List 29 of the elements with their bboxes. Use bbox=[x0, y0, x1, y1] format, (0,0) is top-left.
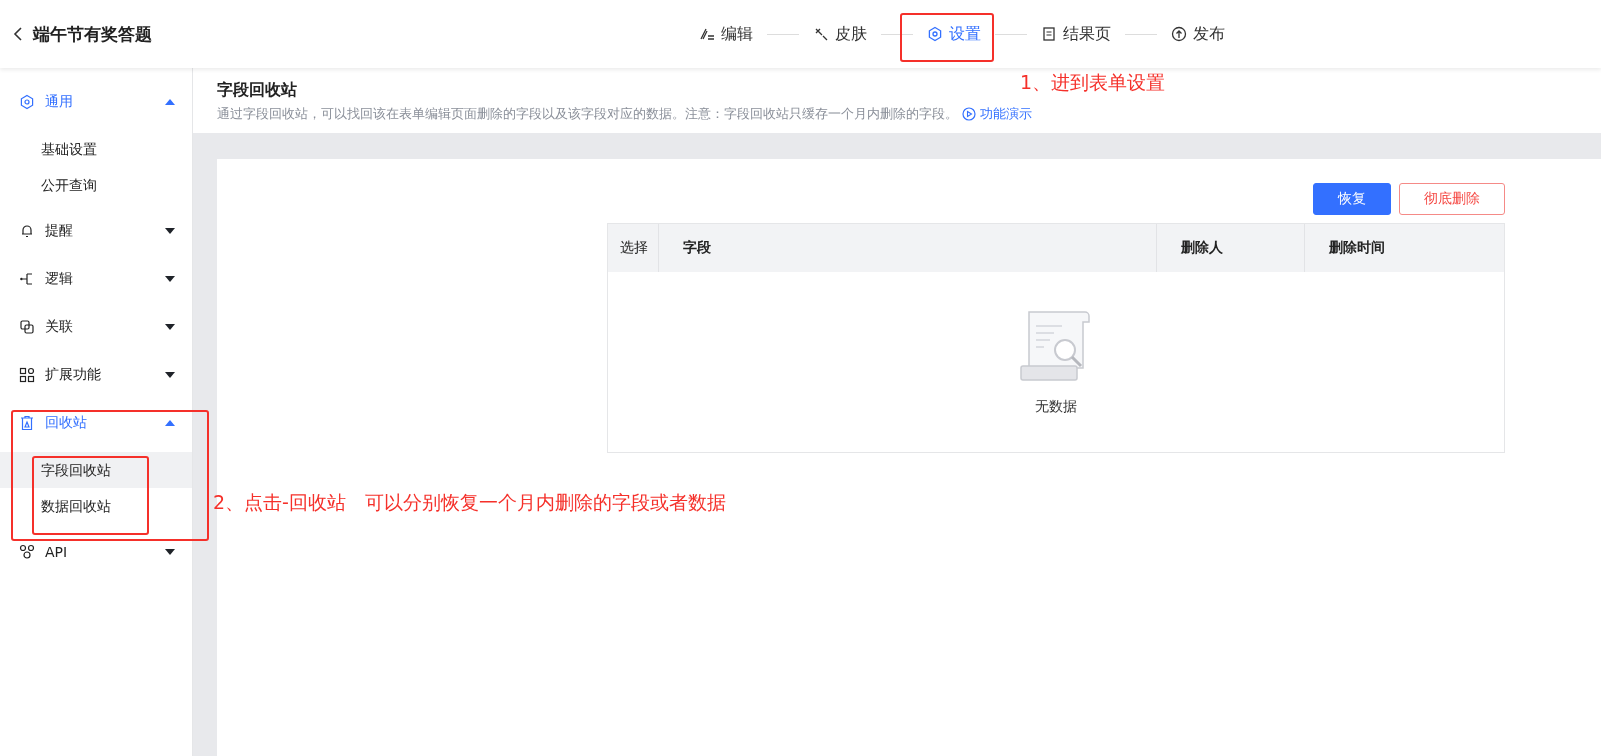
delete-button[interactable]: 彻底删除 bbox=[1399, 183, 1505, 215]
page-title: 字段回收站 bbox=[217, 80, 297, 101]
column-header: 删除时间 bbox=[1304, 224, 1504, 272]
annotation-text: 2、点击-回收站 可以分别恢复一个月内删除的字段或者数据 bbox=[213, 490, 726, 515]
column-header: 删除人 bbox=[1156, 224, 1304, 272]
sidebar-group[interactable]: 扩展功能 bbox=[0, 351, 192, 399]
form-title: 端午节有奖答题 bbox=[33, 22, 152, 46]
step-tab[interactable]: 编辑 bbox=[693, 19, 759, 49]
annotation-text: 1、进到表单设置 bbox=[1020, 70, 1166, 95]
sidebar-group[interactable]: 逻辑 bbox=[0, 255, 192, 303]
sidebar-group[interactable]: API bbox=[0, 528, 192, 576]
column-header: 选择 bbox=[619, 238, 649, 257]
step-tab[interactable]: 发布 bbox=[1165, 19, 1231, 49]
sidebar-item[interactable]: 字段回收站 bbox=[0, 452, 192, 488]
column-header: 字段 bbox=[658, 224, 1156, 272]
restore-button[interactable]: 恢复 bbox=[1313, 183, 1391, 215]
sidebar-group[interactable]: 通用 bbox=[0, 78, 192, 126]
sidebar-group[interactable]: 关联 bbox=[0, 303, 192, 351]
step-tab[interactable]: 皮肤 bbox=[807, 19, 873, 49]
empty-text: 无数据 bbox=[1035, 398, 1077, 416]
sidebar-group[interactable]: 回收站 bbox=[0, 399, 192, 447]
step-tab[interactable]: 设置 bbox=[921, 19, 987, 49]
sidebar-item[interactable]: 基础设置 bbox=[0, 131, 192, 167]
page-description: 通过字段回收站，可以找回该在表单编辑页面删除的字段以及该字段对应的数据。注意：字段回收站只缓存一个月内删除的字段。 bbox=[217, 105, 958, 123]
sidebar-group[interactable]: 提醒 bbox=[0, 207, 192, 255]
sidebar-item[interactable]: 公开查询 bbox=[0, 167, 192, 203]
sidebar-item[interactable]: 数据回收站 bbox=[0, 488, 192, 524]
step-tab[interactable]: 结果页 bbox=[1035, 19, 1117, 49]
demo-link[interactable]: 功能演示 bbox=[962, 105, 1032, 123]
